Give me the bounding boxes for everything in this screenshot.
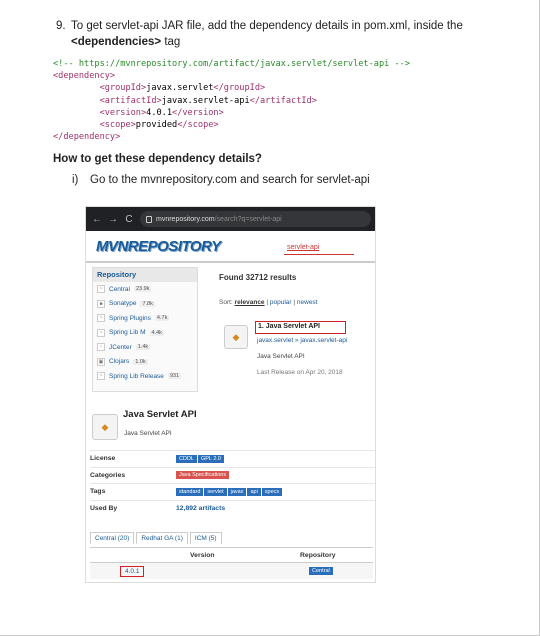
sidebar-item-clojars[interactable]: ▣ Clojars 1.0k (93, 355, 197, 370)
tag-chip[interactable]: servlet (204, 487, 227, 496)
sidebar-item-sonatype[interactable]: ■ Sonatype 7.8k (93, 297, 197, 312)
repo-icon: ~ (97, 372, 105, 381)
tab-icm[interactable]: ICM (5) (189, 532, 222, 544)
browser-toolbar: ← → C mvnrepository.com/search?q=servlet… (86, 207, 375, 231)
substep-i: i) Go to the mvnrepository.com and search… (72, 174, 370, 186)
sidebar-item-spring-plugins[interactable]: ~ Spring Plugins 4.7k (93, 311, 197, 326)
category-tag[interactable]: Java Specifications (176, 471, 230, 480)
repository-sidebar: Repository ~ Central 23.9k ■ Sonatype 7.8k ~… (92, 267, 198, 392)
table-header: Version Repository (90, 547, 373, 563)
mvnrepository-screenshot: ← → C mvnrepository.com/search?q=servlet… (85, 206, 376, 583)
repo-icon: ■ (97, 299, 105, 308)
question-heading: How to get these dependency details? (53, 153, 262, 165)
license-row: License CDDL GPL 2.0 (90, 450, 375, 467)
repo-icon: ▣ (97, 357, 105, 366)
result-path-link[interactable]: javax.servlet » javax.servlet-api (257, 337, 347, 344)
repo-icon: ~ (97, 285, 105, 294)
sidebar-item-spring-lib-release[interactable]: ~ Spring Lib Release 931 (93, 369, 197, 384)
sidebar-item-spring-lib-m[interactable]: ~ Spring Lib M 4.4k (93, 326, 197, 341)
result-title-link[interactable]: 1. Java Servlet API (255, 321, 346, 334)
artifact-title: Java Servlet API (123, 409, 197, 420)
sidebar-item-jcenter[interactable]: ▫ JCenter 1.4k (93, 340, 197, 355)
result-release-date: Last Release on Apr 20, 2018 (257, 369, 343, 376)
sort-popular[interactable]: popular (270, 299, 292, 306)
artifact-info-table: License CDDL GPL 2.0 Categories Java Spec… (90, 450, 375, 516)
tags-row: Tags standard servlet javax api specs (90, 483, 375, 500)
categories-row: Categories Java Specifications (90, 466, 375, 484)
tag-chip[interactable]: specs (261, 487, 283, 496)
sort-relevance[interactable]: relevance (235, 299, 265, 306)
license-tag[interactable]: CDDL (176, 454, 197, 463)
result-description: Java Servlet API (257, 353, 305, 360)
lock-icon (146, 215, 152, 223)
tag-chip[interactable]: standard (176, 487, 204, 496)
artifact-subtitle: Java Servlet API (124, 430, 172, 437)
versions-table: Version Repository 4.0.1 Central (90, 547, 373, 579)
document-page: 9. To get servlet-api JAR file, add the … (0, 0, 540, 636)
address-bar[interactable]: mvnrepository.com/search?q=servlet-api (140, 211, 371, 227)
tab-central[interactable]: Central (20) (90, 532, 135, 544)
step-text: To get servlet-api JAR file, add the dep… (71, 20, 463, 48)
forward-icon[interactable]: → (108, 214, 118, 225)
dependencies-tag: <dependencies> (71, 36, 162, 48)
step-number: 9. (56, 20, 66, 32)
back-icon[interactable]: ← (92, 214, 102, 225)
code-comment: <!-- https://mvnrepository.com/artifact/… (53, 59, 410, 69)
repo-icon: ~ (97, 328, 105, 337)
repo-icon: ~ (97, 314, 105, 323)
tag-chip[interactable]: api (247, 487, 261, 496)
repo-icon: ▫ (97, 343, 105, 352)
tag-chip[interactable]: javax (227, 487, 247, 496)
license-tag[interactable]: GPL 2.0 (197, 454, 224, 463)
artifact-detail-icon: ◆ (92, 414, 118, 440)
step-9: 9. To get servlet-api JAR file, add the … (56, 18, 516, 50)
sort-options: Sort: relevance | popular | newest (219, 299, 318, 306)
version-link[interactable]: 4.0.1 (120, 565, 145, 577)
repository-tabs: Central (20) Redhat GA (1) ICM (5) (90, 532, 224, 544)
used-by-row: Used By 12,892 artifacts (90, 499, 375, 517)
table-row: 4.0.1 Central (90, 563, 373, 579)
mvnrepository-logo[interactable]: MVNREPOSITORY (96, 238, 221, 255)
sidebar-item-central[interactable]: ~ Central 23.9k (93, 282, 197, 297)
artifact-icon: ◆ (224, 325, 248, 349)
repository-badge[interactable]: Central (309, 567, 333, 575)
search-input[interactable]: servlet-api (284, 241, 354, 255)
used-by-link[interactable]: 12,892 artifacts (176, 505, 225, 512)
reload-icon[interactable]: C (124, 214, 134, 225)
sidebar-title: Repository (93, 268, 197, 282)
results-count: Found 32712 results (219, 273, 297, 282)
site-header: MVNREPOSITORY servlet-api (86, 231, 375, 263)
tab-redhat-ga[interactable]: Redhat GA (1) (136, 532, 188, 544)
sort-newest[interactable]: newest (297, 299, 318, 306)
pom-code-block: <!-- https://mvnrepository.com/artifact/… (53, 59, 410, 143)
